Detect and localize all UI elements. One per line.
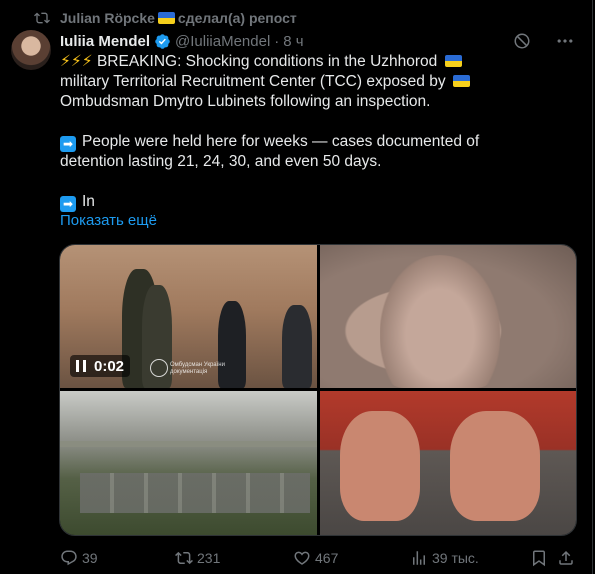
photo-leg[interactable] bbox=[320, 245, 576, 388]
repost-context: Julian Röpcke сделал(а) репост bbox=[34, 8, 297, 28]
avatar[interactable] bbox=[11, 30, 51, 70]
verified-icon bbox=[155, 33, 170, 49]
video-thumbnail[interactable]: 0:02 Омбудсман України документація bbox=[60, 245, 317, 388]
watermark-logo-icon bbox=[150, 359, 168, 377]
pause-icon bbox=[76, 360, 86, 372]
repost-suffix: сделал(а) репост bbox=[177, 10, 297, 26]
right-arrow-icon: ➡ bbox=[60, 136, 76, 152]
repost-user[interactable]: Julian Röpcke bbox=[60, 10, 155, 26]
like-icon bbox=[294, 551, 310, 565]
tweet-line: BREAKING: Shocking conditions in the Uzh… bbox=[96, 53, 438, 70]
bookmark-icon bbox=[533, 550, 545, 567]
reply-icon bbox=[61, 550, 77, 566]
retweet-icon bbox=[175, 551, 193, 565]
tweet-line: military Territorial Recruitment Center … bbox=[60, 73, 446, 90]
action-bar: 39 231 467 39 тыс. bbox=[60, 548, 580, 568]
repost-count: 231 bbox=[197, 550, 221, 566]
grok-icon[interactable] bbox=[513, 32, 531, 50]
reply-count: 39 bbox=[82, 550, 98, 566]
repost-button[interactable]: 231 bbox=[175, 548, 220, 568]
video-time: 0:02 bbox=[94, 357, 125, 375]
video-duration-badge: 0:02 bbox=[70, 355, 131, 377]
like-button[interactable]: 467 bbox=[293, 548, 338, 568]
views-count: 39 тыс. bbox=[432, 550, 479, 566]
reply-button[interactable]: 39 bbox=[60, 548, 98, 568]
views-button[interactable]: 39 тыс. bbox=[410, 548, 479, 568]
share-icon bbox=[559, 550, 573, 565]
ukraine-flag-icon bbox=[452, 75, 470, 87]
photo-hands[interactable] bbox=[320, 391, 576, 535]
tweet-header: Iuliia Mendel @IuliiaMendel · 8 ч bbox=[60, 30, 575, 52]
tweet-text[interactable]: ⚡⚡⚡ BREAKING: Shocking conditions in the… bbox=[60, 52, 585, 212]
tweet-line: detention lasting 21, 24, 30, and even 5… bbox=[60, 153, 382, 170]
separator-dot: · bbox=[274, 32, 280, 50]
more-icon[interactable] bbox=[555, 31, 575, 51]
tweet-line: Ombudsman Dmytro Lubinets following an i… bbox=[60, 93, 431, 110]
author-name[interactable]: Iuliia Mendel bbox=[60, 33, 150, 50]
photo-gym-beds[interactable] bbox=[60, 391, 317, 535]
tweet-line: People were held here for weeks — cases … bbox=[82, 133, 480, 150]
views-icon bbox=[413, 551, 425, 565]
column-border bbox=[592, 0, 593, 574]
media-grid: 0:02 Омбудсман України документація bbox=[59, 244, 577, 536]
like-count: 467 bbox=[315, 550, 339, 566]
ukraine-flag-icon bbox=[157, 12, 175, 24]
repost-icon bbox=[34, 12, 50, 24]
bookmark-button[interactable] bbox=[530, 548, 552, 568]
watermark-text: Омбудсман України документація bbox=[170, 362, 225, 375]
ukraine-flag-icon bbox=[444, 55, 462, 67]
lightning-icon: ⚡⚡⚡ bbox=[60, 53, 93, 70]
show-more-link[interactable]: Показать ещё bbox=[60, 212, 157, 229]
right-arrow-icon: ➡ bbox=[60, 196, 76, 212]
share-button[interactable] bbox=[557, 548, 579, 568]
tweet-time[interactable]: 8 ч bbox=[283, 33, 303, 50]
tweet-line: In bbox=[82, 193, 95, 210]
author-handle[interactable]: @IuliiaMendel bbox=[175, 33, 270, 50]
